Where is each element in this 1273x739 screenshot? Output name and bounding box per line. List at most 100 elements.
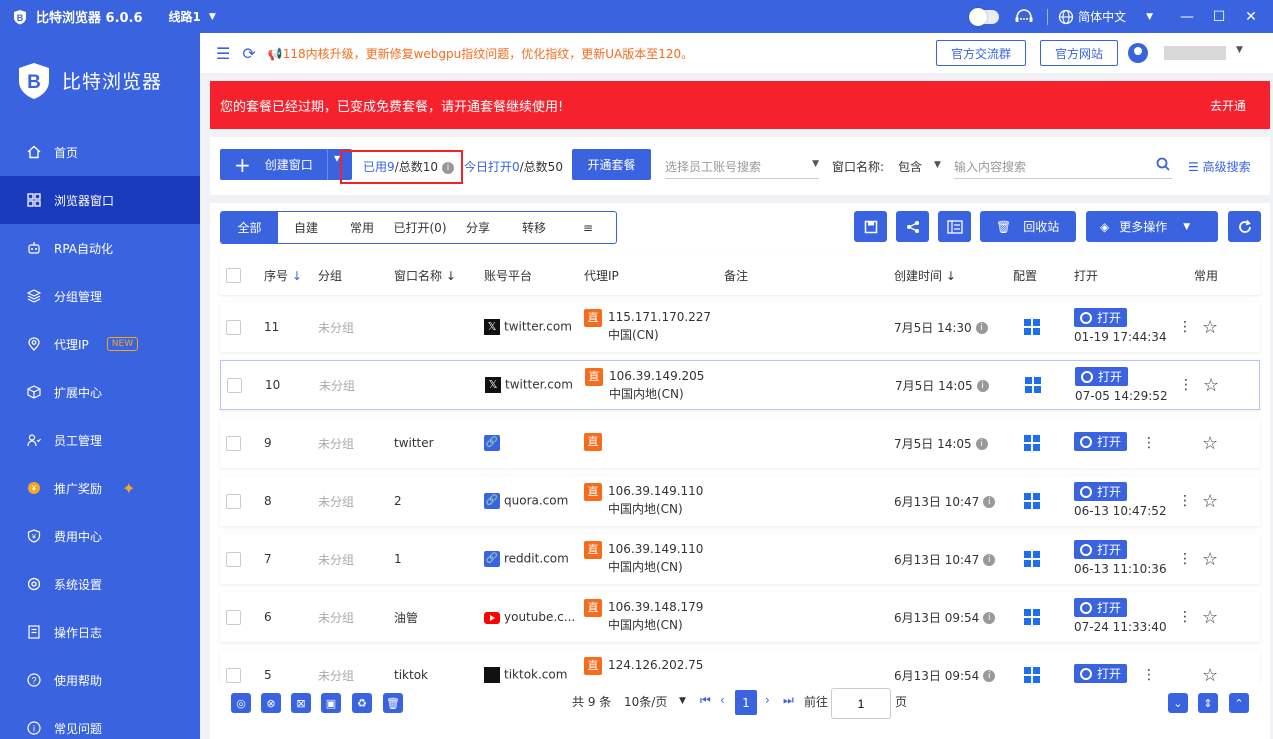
open-button[interactable]: 打开 bbox=[1074, 308, 1128, 327]
language-selector[interactable]: 简体中文 bbox=[1078, 8, 1126, 25]
open-button[interactable]: 打开 bbox=[1074, 432, 1128, 451]
create-window-button[interactable]: + 创建窗口 ▾ bbox=[220, 149, 352, 180]
row-checkbox[interactable] bbox=[226, 319, 241, 335]
sidebar-item-extensions[interactable]: 扩展中心 bbox=[0, 368, 200, 416]
row-platform[interactable]: tiktok.com bbox=[484, 667, 567, 683]
table-row[interactable]: 6 未分组 油管 youtube.c... 直 106.39.148.179 中国内地(CN… bbox=[220, 592, 1260, 642]
save-icon[interactable] bbox=[854, 211, 887, 242]
row-platform[interactable]: 🔗 bbox=[484, 435, 504, 451]
staff-select[interactable]: 选择员工账号搜索 ▼ bbox=[665, 153, 819, 179]
search-icon[interactable] bbox=[1156, 157, 1170, 171]
open-button[interactable]: 打开 bbox=[1074, 540, 1128, 559]
open-plan-link[interactable]: 去开通 bbox=[1210, 97, 1246, 114]
open-button[interactable]: 打开 bbox=[1075, 367, 1129, 386]
windows-icon[interactable] bbox=[1024, 667, 1040, 683]
col-name[interactable]: 窗口名称 ↓ bbox=[394, 267, 456, 284]
info-icon[interactable]: i bbox=[975, 438, 988, 450]
more-icon[interactable]: ⋮ bbox=[1178, 609, 1192, 625]
minimize-button[interactable]: — bbox=[1171, 9, 1203, 25]
info-icon[interactable]: i bbox=[983, 496, 996, 508]
more-icon[interactable]: ⋮ bbox=[1178, 551, 1192, 567]
close-button[interactable]: ✕ bbox=[1235, 9, 1267, 25]
last-page-icon[interactable]: ⏭ bbox=[783, 693, 794, 708]
search-input[interactable]: 输入内容搜索 bbox=[954, 153, 1172, 179]
table-row[interactable]: 10 未分组 𝕏twitter.com 直 106.39.149.205 中国内地(CN)… bbox=[220, 360, 1260, 410]
col-seq[interactable]: 序号 ↓ bbox=[264, 267, 302, 284]
chevron-down-icon[interactable]: ▼ bbox=[679, 696, 686, 706]
info-icon[interactable]: i bbox=[976, 380, 989, 392]
tab-transfer[interactable]: 转移 bbox=[506, 212, 562, 243]
sidebar-item-staff[interactable]: 员工管理 bbox=[0, 416, 200, 464]
announcement[interactable]: 📢118内核升级，更新修复webgpu指纹问题，优化指纹，更新UA版本至120。 bbox=[268, 45, 693, 62]
sidebar-item-settings[interactable]: 系统设置 bbox=[0, 560, 200, 608]
chevron-down-icon[interactable]: ▼ bbox=[209, 12, 216, 22]
star-icon[interactable]: ☆ bbox=[1203, 375, 1219, 396]
sort-icon[interactable]: ≡ bbox=[562, 212, 614, 243]
windows-icon[interactable] bbox=[1024, 493, 1040, 509]
row-window-name[interactable]: tiktok bbox=[394, 668, 428, 682]
expand-icon[interactable]: ⇕ bbox=[1198, 693, 1218, 713]
table-row[interactable]: 9 未分组 twitter 🔗 直 7月5日 14:05 i 打开 ⋮ ☆ bbox=[220, 418, 1260, 468]
open-plan-button[interactable]: 开通套餐 bbox=[572, 149, 651, 180]
close-all-icon[interactable]: ⊗ bbox=[261, 693, 281, 713]
row-platform[interactable]: youtube.c... bbox=[484, 610, 575, 624]
list-view-icon[interactable] bbox=[938, 211, 971, 242]
row-checkbox[interactable] bbox=[226, 609, 241, 625]
close-window-icon[interactable]: ⊠ bbox=[291, 693, 311, 713]
select-all-checkbox[interactable] bbox=[226, 267, 241, 283]
row-window-name[interactable]: 油管 bbox=[394, 609, 418, 626]
sidebar-item-help[interactable]: ? 使用帮助 bbox=[0, 656, 200, 704]
sidebar-item-faq[interactable]: i 常见问题 bbox=[0, 704, 200, 739]
table-row[interactable]: 11 未分组 𝕏twitter.com 直 115.171.170.227 中国(CN) 7… bbox=[220, 302, 1260, 352]
refresh-icon[interactable]: ⟳ bbox=[242, 44, 255, 63]
share-icon[interactable] bbox=[896, 211, 929, 242]
star-icon[interactable]: ☆ bbox=[1202, 491, 1218, 512]
line-selector[interactable]: 线路1 bbox=[169, 8, 201, 25]
advanced-search-link[interactable]: ☰ 高级搜索 bbox=[1188, 158, 1251, 175]
more-icon[interactable]: ⋮ bbox=[1179, 377, 1193, 393]
row-checkbox[interactable] bbox=[226, 551, 241, 567]
star-icon[interactable]: ☆ bbox=[1202, 549, 1218, 570]
refresh-button[interactable] bbox=[1228, 211, 1261, 242]
row-checkbox[interactable] bbox=[226, 667, 241, 683]
clear-cache-icon[interactable]: ♻ bbox=[352, 693, 372, 713]
row-platform[interactable]: 𝕏twitter.com bbox=[485, 377, 573, 393]
next-page-icon[interactable]: › bbox=[765, 693, 770, 707]
maximize-button[interactable]: ☐ bbox=[1203, 9, 1235, 25]
row-platform[interactable]: 🔗 reddit.com bbox=[484, 551, 569, 567]
row-proxy[interactable]: 106.39.149.110 中国内地(CN) bbox=[608, 540, 703, 576]
sidebar-item-groups[interactable]: 分组管理 bbox=[0, 272, 200, 320]
info-icon[interactable]: i bbox=[983, 670, 996, 682]
match-select[interactable]: 包含 bbox=[898, 158, 922, 175]
star-icon[interactable]: ☆ bbox=[1202, 317, 1218, 338]
sidebar-item-browser-windows[interactable]: 浏览器窗口 bbox=[0, 176, 200, 224]
info-icon[interactable]: i bbox=[975, 322, 988, 334]
tab-common[interactable]: 常用 bbox=[334, 212, 390, 243]
chevron-down-icon[interactable]: ⌄ bbox=[1168, 693, 1188, 713]
more-actions-button[interactable]: ◈ 更多操作 ▼ bbox=[1086, 211, 1218, 242]
more-icon[interactable]: ⋮ bbox=[1178, 319, 1192, 335]
more-icon[interactable]: ⋮ bbox=[1142, 667, 1156, 683]
delete-icon[interactable]: 🗑 bbox=[383, 693, 403, 713]
window-icon[interactable]: ▣ bbox=[321, 693, 341, 713]
globe-icon[interactable] bbox=[1058, 9, 1074, 25]
row-platform[interactable]: 𝕏twitter.com bbox=[484, 319, 572, 335]
open-button[interactable]: 打开 bbox=[1074, 482, 1128, 501]
goto-page-input[interactable] bbox=[831, 688, 891, 719]
star-icon[interactable]: ☆ bbox=[1202, 433, 1218, 454]
windows-icon[interactable] bbox=[1025, 377, 1041, 393]
row-platform[interactable]: 🔗 quora.com bbox=[484, 493, 568, 509]
windows-icon[interactable] bbox=[1024, 319, 1040, 335]
chevron-down-icon[interactable]: ▼ bbox=[934, 160, 941, 170]
row-proxy[interactable]: 106.39.149.110 中国内地(CN) bbox=[608, 482, 703, 518]
menu-collapse-icon[interactable]: ☰ bbox=[216, 44, 230, 63]
table-row[interactable]: 8 未分组 2 🔗 quora.com 直 106.39.149.110 中国内地(CN) 6月… bbox=[220, 476, 1260, 526]
info-icon[interactable]: i bbox=[983, 554, 996, 566]
page-size-select[interactable]: 10条/页 bbox=[624, 693, 667, 710]
windows-icon[interactable] bbox=[1024, 435, 1040, 451]
prev-page-icon[interactable]: ‹ bbox=[720, 693, 725, 707]
star-icon[interactable]: ☆ bbox=[1202, 607, 1218, 628]
recycle-bin-button[interactable]: 🗑 回收站 bbox=[980, 211, 1076, 242]
official-site-button[interactable]: 官方网站 bbox=[1040, 40, 1119, 66]
row-window-name[interactable]: 1 bbox=[394, 552, 402, 566]
